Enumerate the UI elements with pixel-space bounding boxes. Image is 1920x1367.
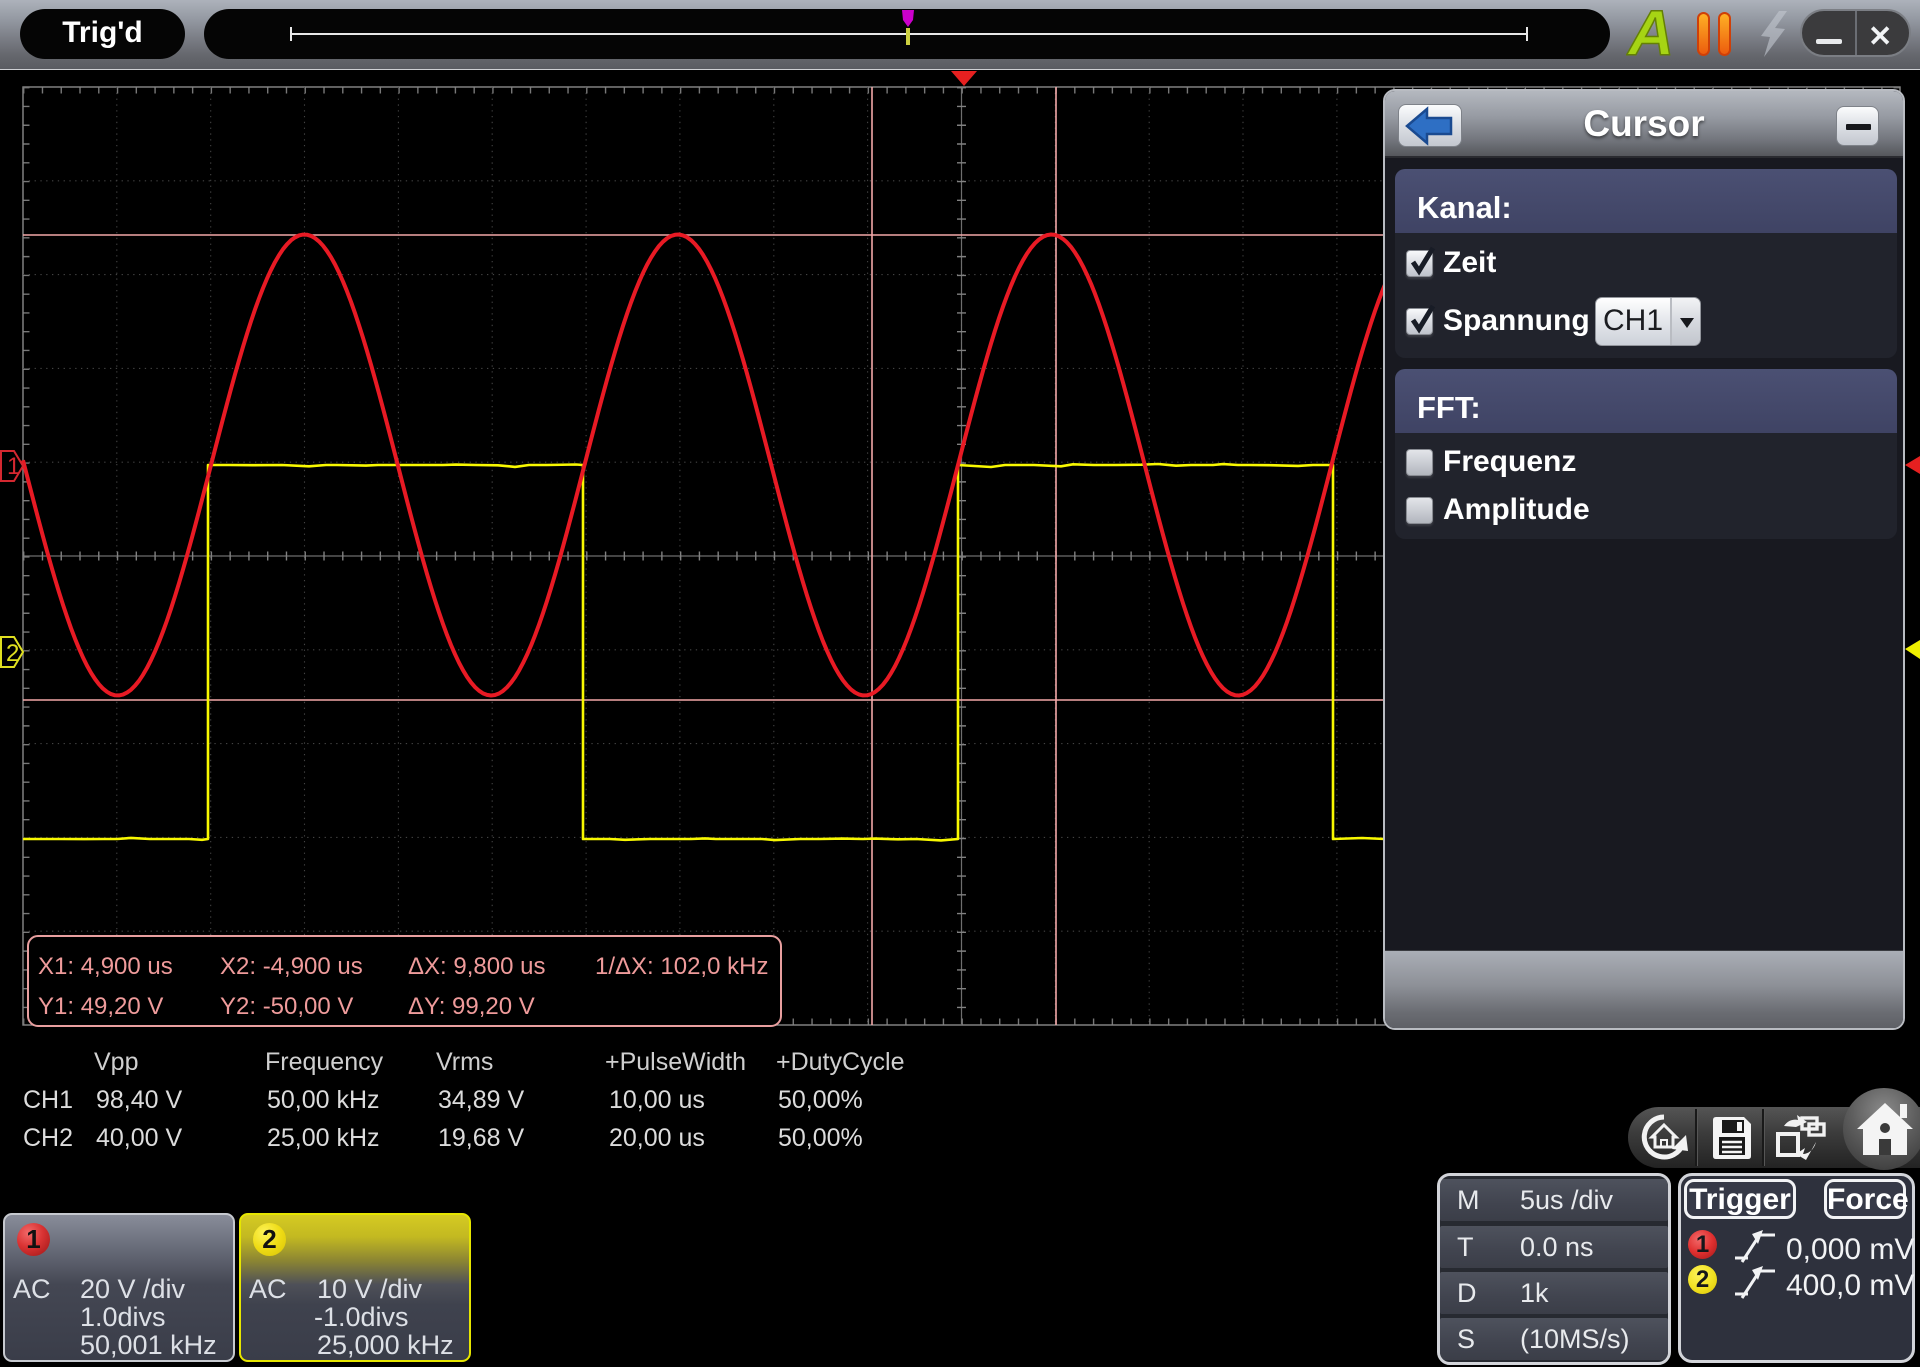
svg-text:2: 2	[6, 640, 19, 667]
svg-text:A: A	[1626, 2, 1674, 64]
svg-text:1: 1	[7, 453, 20, 480]
